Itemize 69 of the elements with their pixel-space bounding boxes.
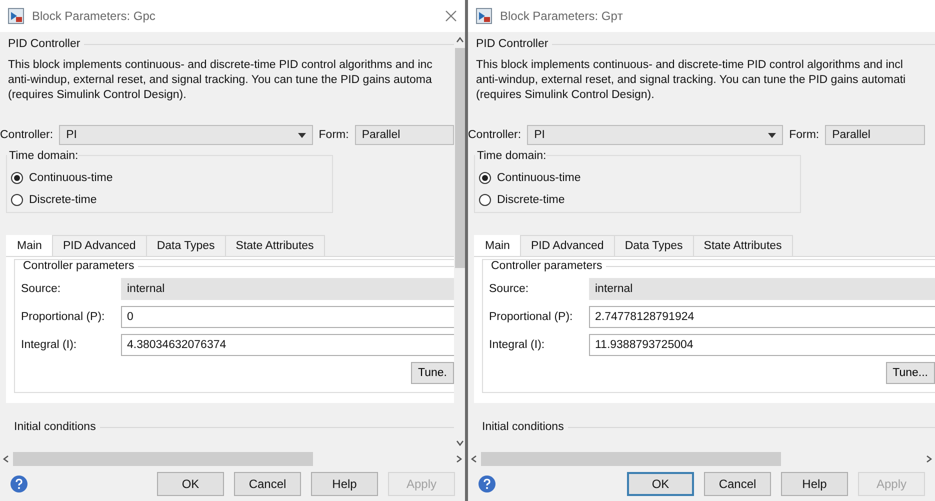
app-icon <box>476 8 492 24</box>
radio-label: Discrete-time <box>497 194 565 206</box>
caret-icon <box>298 132 306 138</box>
group-label: Time domain: <box>475 150 546 162</box>
close-icon[interactable] <box>445 10 457 22</box>
scroll-up-icon[interactable] <box>456 36 464 44</box>
tune-button[interactable]: Tune... <box>886 362 935 384</box>
dialog-button[interactable]: OK <box>627 472 694 496</box>
dialog-button[interactable]: Help <box>781 472 848 496</box>
tune-button[interactable]: Tune. <box>411 362 454 384</box>
field-label: Controller: <box>468 129 522 141</box>
dialog-button[interactable]: Help <box>311 472 378 496</box>
group-label: PID Controller <box>7 38 80 50</box>
field-label: Proportional (P): <box>21 311 106 323</box>
form-dropdown[interactable]: Parallel <box>354 125 454 145</box>
scroll-left-icon[interactable] <box>471 455 477 463</box>
scroll-left-icon[interactable] <box>3 455 9 463</box>
dialog-button[interactable]: Cancel <box>234 472 301 496</box>
window-title: Block Parameters: Gpт <box>500 9 624 23</box>
description-line: (requires Simulink Control Design). <box>476 88 654 103</box>
group-label: PID Controller <box>475 38 548 50</box>
tab[interactable]: PID Advanced <box>520 235 615 256</box>
input-field[interactable]: 4.38034632076374 <box>121 334 454 356</box>
scroll-right-icon[interactable] <box>926 455 932 463</box>
tab[interactable]: Main <box>6 235 53 256</box>
caret-icon <box>768 132 776 138</box>
radio-label: Continuous-time <box>497 172 581 184</box>
description-line: This block implements continuous- and discrete-time PID control algorithms and incl <box>476 58 903 73</box>
group-label: Initial conditions <box>13 421 96 433</box>
form-dropdown[interactable]: Parallel <box>825 125 926 145</box>
scroll-right-icon[interactable] <box>456 455 462 463</box>
help-icon[interactable] <box>10 475 28 493</box>
controller-dropdown[interactable]: PI <box>59 125 313 145</box>
radio-label: Continuous-time <box>29 172 113 184</box>
input-field[interactable]: 11.9388793725004 <box>589 334 935 356</box>
field-label: Form: <box>789 129 820 141</box>
radio-button[interactable] <box>11 194 23 206</box>
field-label: Controller: <box>0 129 54 141</box>
group-label: Controller parameters <box>22 260 134 272</box>
field-label: Integral (I): <box>489 339 546 351</box>
field-label: Proportional (P): <box>489 311 574 323</box>
group-label: Time domain: <box>7 150 78 162</box>
field-label: Integral (I): <box>21 339 78 351</box>
dialog-button[interactable]: Cancel <box>704 472 771 496</box>
field-label: Source: <box>489 283 530 295</box>
app-icon <box>8 8 24 24</box>
controller-dropdown[interactable]: PI <box>527 125 784 145</box>
tab[interactable]: Main <box>474 235 521 256</box>
radio-button[interactable] <box>479 194 491 206</box>
field-label: Form: <box>318 129 349 141</box>
tab[interactable]: PID Advanced <box>52 235 147 256</box>
input-field[interactable]: 0 <box>121 306 454 328</box>
tab[interactable]: State Attributes <box>692 235 793 256</box>
field-label: Source: <box>21 283 62 295</box>
tab[interactable]: State Attributes <box>224 235 325 256</box>
group-label: Controller parameters <box>490 260 602 272</box>
description-line: anti-windup, external reset, and signal tracking. You can tune the PID gains automa <box>8 73 432 88</box>
dialog-button[interactable]: OK <box>157 472 224 496</box>
radio-label: Discrete-time <box>29 194 97 206</box>
group-label: Initial conditions <box>481 421 564 433</box>
description-line: This block implements continuous- and discrete-time PID control algorithms and inc <box>8 58 432 73</box>
window-title: Block Parameters: Gpc <box>32 9 156 23</box>
description-line: (requires Simulink Control Design). <box>8 88 186 103</box>
scroll-down-icon[interactable] <box>456 439 464 447</box>
radio-button[interactable] <box>479 172 491 184</box>
input-field[interactable]: 2.74778128791924 <box>589 306 935 328</box>
radio-button[interactable] <box>11 172 23 184</box>
description-line: anti-windup, external reset, and signal tracking. You can tune the PID gains automati <box>476 73 906 88</box>
help-icon[interactable] <box>478 475 496 493</box>
